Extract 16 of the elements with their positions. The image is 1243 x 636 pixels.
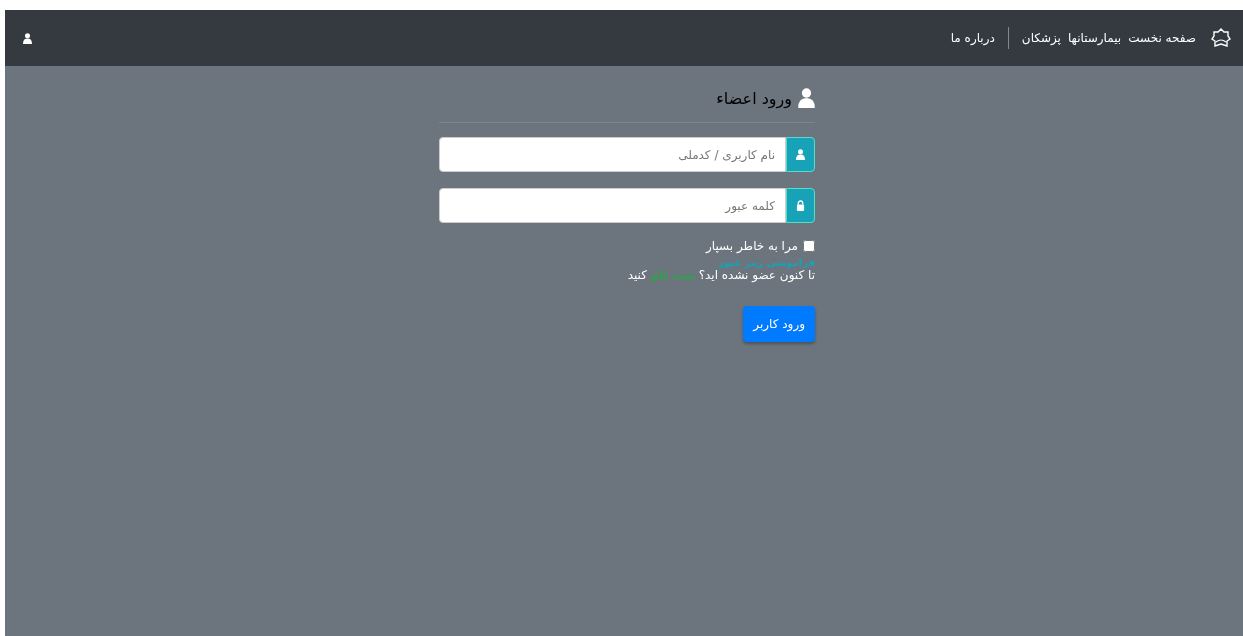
nav-link[interactable]: صفحه نخست (1128, 31, 1196, 45)
lock-icon (786, 188, 815, 223)
login-button[interactable]: ورود کاربر (743, 306, 815, 342)
logo-icon[interactable] (1211, 28, 1231, 48)
register-text: تا کنون عضو نشده اید؟ ثبت نام کنید (626, 268, 815, 282)
title-text: ورود اعضاء (716, 88, 792, 108)
username-field[interactable]: نام کاربری / کدملی (439, 137, 786, 172)
nav-link[interactable]: درباره ما (950, 31, 995, 45)
remember-checkbox[interactable] (803, 240, 815, 252)
nav-link[interactable]: بیمارستانها (1067, 31, 1122, 45)
nav-link[interactable]: پزشکان (1021, 31, 1061, 45)
remember-label: مرا به خاطر بسپار (706, 239, 798, 253)
user-icon[interactable] (23, 32, 32, 44)
user-icon (798, 88, 815, 108)
user-icon (786, 137, 815, 172)
password-field[interactable]: کلمه عبور (439, 188, 786, 223)
